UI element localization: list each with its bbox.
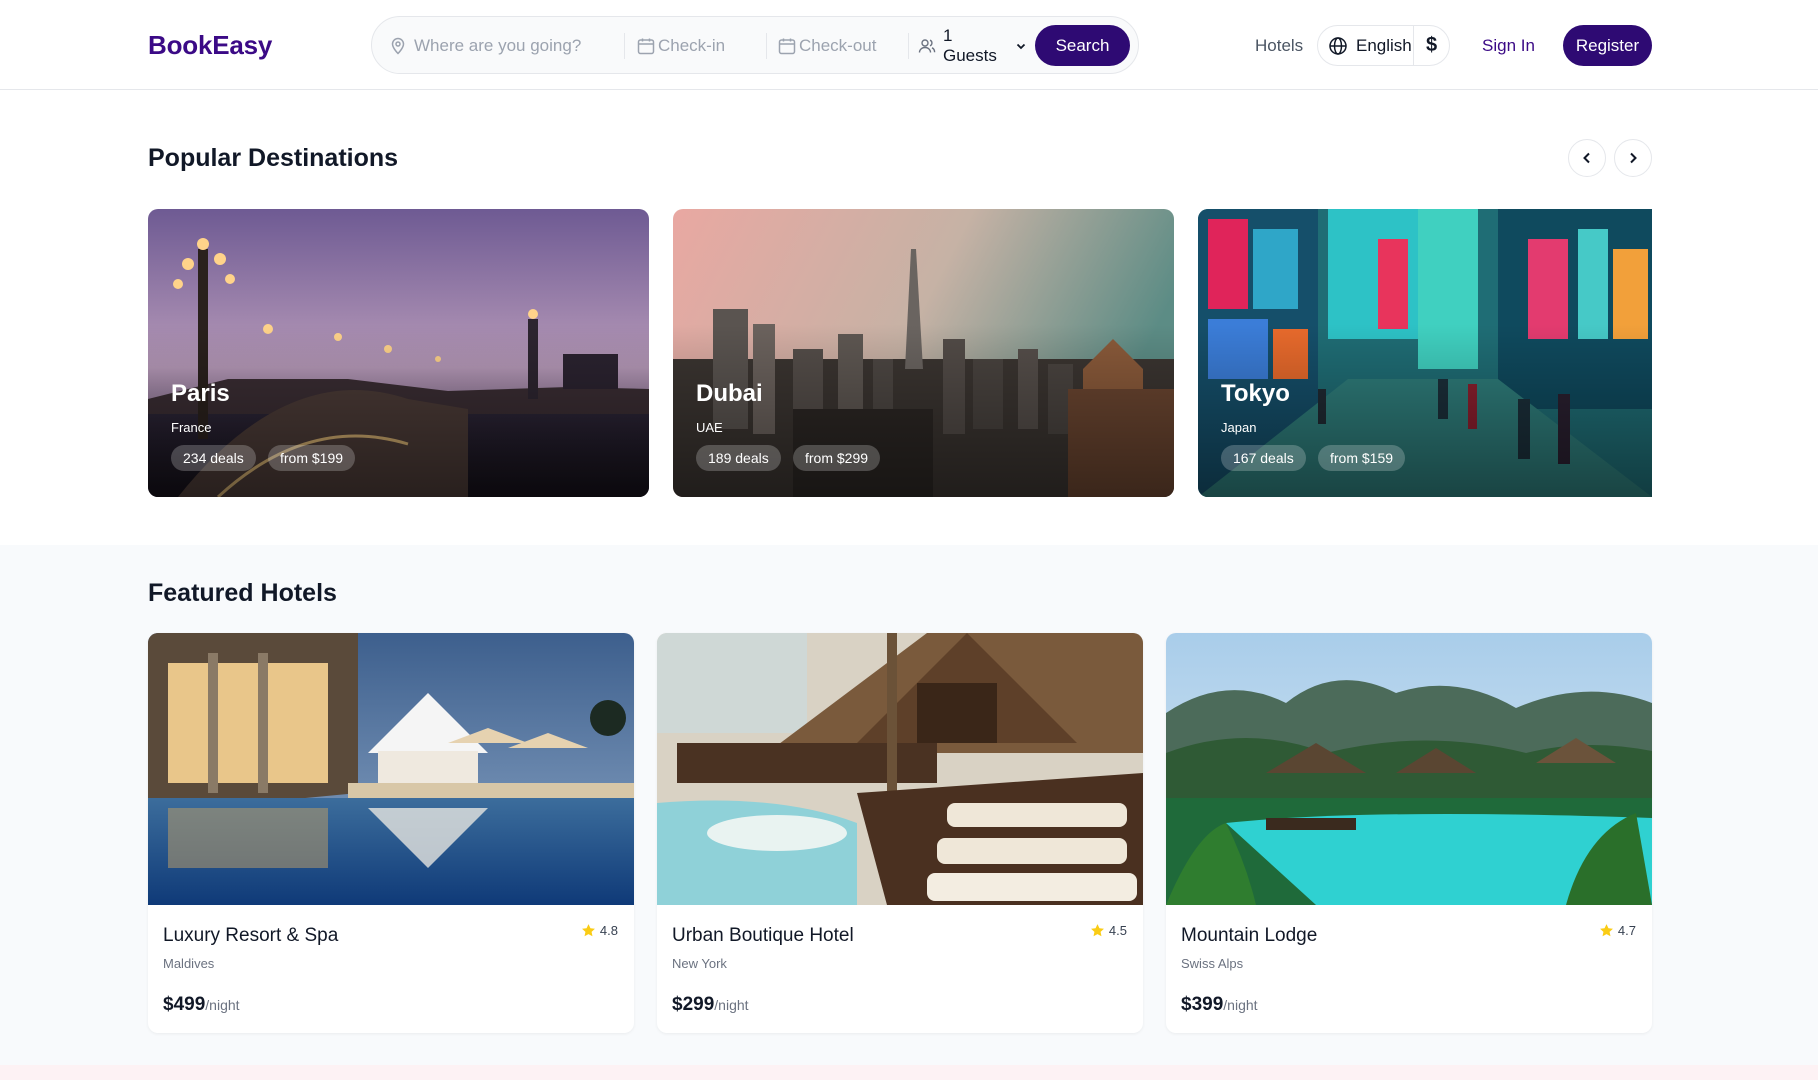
price-badge: from $199 [268,445,356,471]
hotel-rating: 4.8 [581,923,618,938]
price-amount: $499 [163,994,206,1015]
destination-card-dubai[interactable]: Dubai UAE 189 deals from $299 [673,209,1174,497]
price-unit: /night [714,997,749,1013]
sign-in-link[interactable]: Sign In [1482,36,1535,56]
hotel-image [1166,633,1652,905]
register-button[interactable]: Register [1563,25,1652,66]
destination-field[interactable]: Where are you going? [388,17,588,75]
destination-country: France [171,420,212,435]
guests-select[interactable]: 1 Guests [917,17,1027,75]
deals-badge: 167 deals [1221,445,1306,471]
price-badge: from $159 [1318,445,1406,471]
popular-destinations-title: Popular Destinations [148,144,399,172]
rating-value: 4.7 [1617,923,1636,938]
search-divider [908,33,909,59]
hotel-card[interactable]: Urban Boutique Hotel 4.5 New York $299/n… [657,633,1143,1033]
destination-name: Paris [171,380,230,407]
language-selector[interactable]: English [1318,26,1414,65]
destination-card-tokyo[interactable]: Tokyo Japan 167 deals from $159 [1198,209,1652,497]
hotel-card[interactable]: Mountain Lodge 4.7 Swiss Alps $399/night [1166,633,1652,1033]
language-label: English [1356,35,1412,55]
hotel-name: Urban Boutique Hotel [672,925,854,946]
price-unit: /night [205,997,240,1013]
destination-name: Dubai [696,380,763,407]
calendar-icon [777,36,797,56]
hotel-image [657,633,1143,905]
deals-badge: 234 deals [171,445,256,471]
price-amount: $399 [1181,994,1224,1015]
star-icon [581,923,600,938]
rating-value: 4.8 [599,923,618,938]
top-header: BookEasy Where are you going? Check-in C… [0,0,1818,90]
deals-badge: 189 deals [696,445,781,471]
logo[interactable]: BookEasy [148,30,272,61]
destination-country: UAE [696,420,723,435]
search-bar: Where are you going? Check-in Check-out … [371,16,1139,74]
hotel-location: New York [672,956,727,971]
destination-country: Japan [1221,420,1257,435]
checkin-input[interactable]: Check-in [658,36,725,56]
nav-hotels-link[interactable]: Hotels [1255,36,1303,56]
hotel-card[interactable]: Luxury Resort & Spa 4.8 Maldives $499/ni… [148,633,634,1033]
hotel-image [148,633,634,905]
hotel-price: $399/night [1181,994,1258,1016]
hotel-price: $299/night [672,994,749,1016]
checkout-field[interactable]: Check-out [777,17,897,75]
chevron-right-icon [1626,151,1640,165]
star-icon [1090,923,1109,938]
users-icon [917,36,937,56]
locale-selector: English $ [1317,25,1450,66]
chevron-left-icon [1580,151,1594,165]
location-pin-icon [388,36,408,56]
destination-name: Tokyo [1221,380,1290,407]
hotel-rating: 4.7 [1599,923,1636,938]
hotel-price: $499/night [163,994,240,1016]
search-divider [624,33,625,59]
destination-card-paris[interactable]: Paris France 234 deals from $199 [148,209,649,497]
search-divider [766,33,767,59]
guests-value: 1 Guests [943,26,997,65]
rating-value: 4.5 [1108,923,1127,938]
carousel-next-button[interactable] [1614,139,1652,177]
chevron-down-icon [1015,40,1027,52]
carousel-prev-button[interactable] [1568,139,1606,177]
hotel-name: Mountain Lodge [1181,925,1318,946]
checkout-input[interactable]: Check-out [799,36,876,56]
next-section-edge [0,1065,1818,1080]
featured-hotels-title: Featured Hotels [148,579,337,607]
price-unit: /night [1223,997,1258,1013]
star-icon [1599,923,1618,938]
price-amount: $299 [672,994,715,1015]
hotel-location: Swiss Alps [1181,956,1244,971]
hotel-rating: 4.5 [1090,923,1127,938]
currency-selector[interactable]: $ [1414,34,1449,57]
hotel-name: Luxury Resort & Spa [163,925,339,946]
checkin-field[interactable]: Check-in [636,17,756,75]
search-button[interactable]: Search [1035,25,1130,66]
hotel-location: Maldives [163,956,215,971]
globe-icon [1328,36,1356,56]
price-badge: from $299 [793,445,881,471]
calendar-icon [636,36,656,56]
destination-input[interactable]: Where are you going? [414,36,581,56]
